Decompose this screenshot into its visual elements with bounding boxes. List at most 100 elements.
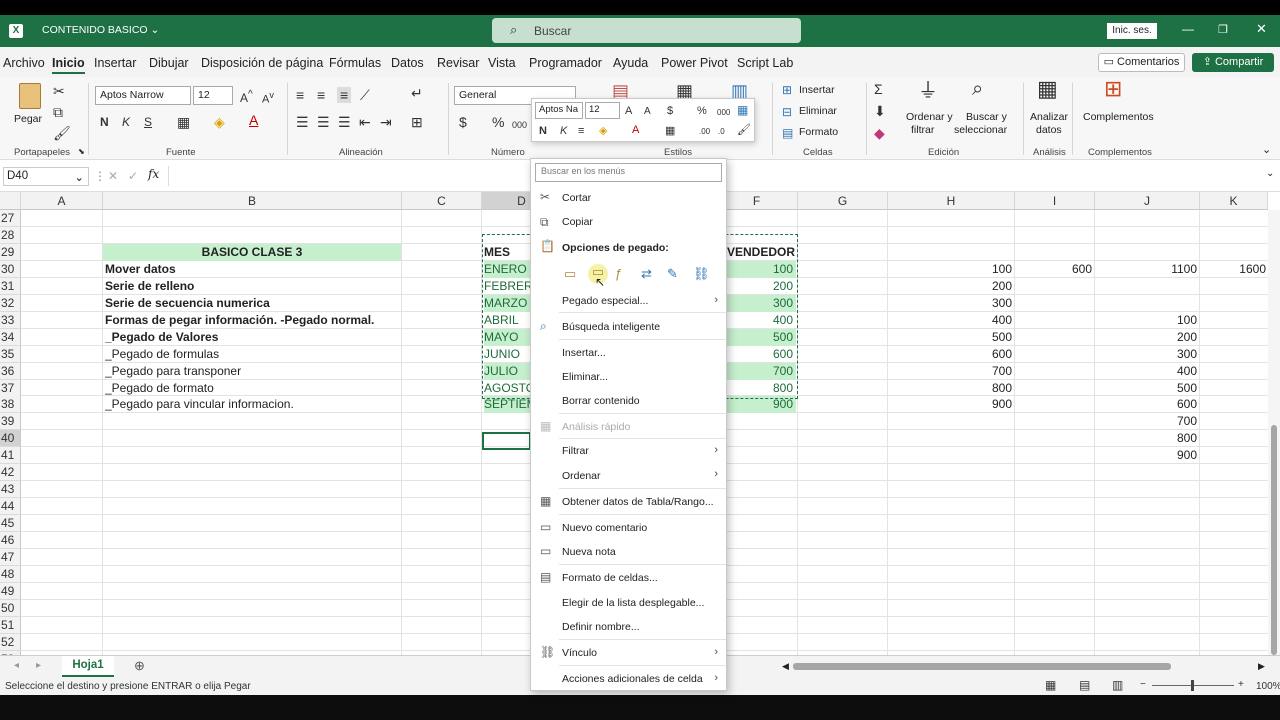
cell-j40[interactable]: 800: [1097, 430, 1198, 447]
mini-size-select[interactable]: 12: [585, 102, 620, 119]
tab-power-pivot[interactable]: Power Pivot: [661, 56, 728, 70]
row-header-47[interactable]: 47: [0, 549, 21, 566]
zoom-level[interactable]: 100%: [1256, 681, 1280, 692]
cell-j36[interactable]: 400: [1097, 363, 1198, 380]
paste-button[interactable]: Pegar: [14, 83, 48, 135]
cell-j33[interactable]: 100: [1097, 312, 1198, 329]
cell-j35[interactable]: 300: [1097, 346, 1198, 363]
find-select-icon[interactable]: ⌕: [972, 79, 983, 99]
tab-ayuda[interactable]: Ayuda: [613, 56, 648, 70]
mini-currency-icon[interactable]: $: [667, 103, 673, 119]
comma-icon[interactable]: 000: [512, 117, 527, 133]
font-color-icon[interactable]: A: [249, 112, 258, 128]
mini-bold-icon[interactable]: N: [539, 123, 547, 139]
font-size-select[interactable]: 12: [193, 86, 233, 105]
tab-archivo[interactable]: Archivo: [3, 56, 45, 70]
cell-b34[interactable]: _Pegado de Valores: [105, 329, 400, 346]
mini-font-color-icon[interactable]: A: [632, 122, 639, 138]
column-header-f[interactable]: F: [716, 192, 798, 210]
cell-h36[interactable]: 700: [888, 363, 1013, 380]
align-center-icon[interactable]: ☰: [317, 114, 330, 130]
menu-delete[interactable]: Eliminar...: [562, 371, 608, 383]
delete-cells-button[interactable]: Eliminar: [799, 105, 837, 117]
mini-percent-icon[interactable]: %: [697, 103, 707, 119]
cell-b30[interactable]: Mover datos: [105, 261, 400, 278]
mini-font-select[interactable]: Aptos Na: [535, 102, 583, 119]
sort-filter-icon[interactable]: ⏚: [918, 81, 938, 101]
grow-font-icon[interactable]: A^: [240, 87, 253, 106]
merge-icon[interactable]: ⊞: [411, 114, 423, 130]
tab-script-lab[interactable]: Script Lab: [737, 56, 793, 70]
menu-new-note[interactable]: Nueva nota: [562, 546, 616, 558]
enter-icon[interactable]: ✓: [128, 169, 138, 183]
analyze-data-icon[interactable]: ▦: [1037, 78, 1058, 100]
row-header-41[interactable]: 41: [0, 447, 21, 465]
autosum-icon[interactable]: Σ: [874, 81, 883, 97]
align-top-icon[interactable]: ≡: [296, 87, 304, 103]
tab-dibujar[interactable]: Dibujar: [149, 56, 189, 70]
menu-smart-lookup[interactable]: Búsqueda inteligente: [562, 321, 660, 333]
mini-shrink-font-icon[interactable]: A: [644, 104, 651, 120]
sort-filter-label1[interactable]: Ordenar y: [906, 111, 953, 123]
expand-formula-icon[interactable]: ⌄: [1266, 168, 1274, 179]
cell-b31[interactable]: Serie de relleno: [105, 278, 400, 295]
cell-h31[interactable]: 200: [888, 278, 1013, 295]
row-header-52[interactable]: 52: [0, 633, 21, 651]
menu-get-data[interactable]: Obtener datos de Tabla/Rango...: [562, 496, 714, 508]
format-cells-icon[interactable]: ▤: [782, 125, 793, 141]
active-cell[interactable]: [482, 432, 531, 450]
tab-revisar[interactable]: Revisar: [437, 56, 479, 70]
mini-italic-icon[interactable]: K: [560, 123, 567, 139]
cell-h35[interactable]: 600: [888, 346, 1013, 363]
cell-j37[interactable]: 500: [1097, 380, 1198, 397]
zoom-out-icon[interactable]: −: [1140, 679, 1146, 690]
cell-h37[interactable]: 800: [888, 380, 1013, 397]
column-header-b[interactable]: B: [103, 192, 402, 210]
function-icon[interactable]: fx: [148, 167, 159, 181]
zoom-in-icon[interactable]: +: [1238, 679, 1244, 690]
zoom-slider[interactable]: [1152, 680, 1234, 691]
mini-comma-icon[interactable]: 000: [717, 105, 730, 121]
cell-h32[interactable]: 300: [888, 295, 1013, 312]
row-header-37[interactable]: 37: [0, 379, 21, 397]
tab-vista[interactable]: Vista: [488, 56, 516, 70]
fill-color-icon[interactable]: ◈: [214, 114, 225, 130]
column-header-a[interactable]: A: [21, 192, 103, 210]
prev-sheet-icon[interactable]: ◂: [14, 660, 19, 671]
sort-filter-label2[interactable]: filtrar: [911, 124, 934, 136]
cell-b36[interactable]: _Pegado para transponer: [105, 363, 400, 380]
insert-cells-button[interactable]: Insertar: [799, 84, 835, 96]
column-header-k[interactable]: K: [1200, 192, 1268, 210]
page-break-icon[interactable]: ▥: [1112, 678, 1123, 692]
format-table-icon[interactable]: ▦: [676, 82, 693, 100]
workbook-title[interactable]: CONTENIDO BASICO ⌄: [42, 24, 159, 36]
sheet-tab-hoja1[interactable]: Hoja1: [62, 656, 114, 677]
menu-new-comment[interactable]: Nuevo comentario: [562, 522, 647, 534]
cell-b29[interactable]: BASICO CLASE 3: [103, 243, 401, 261]
paste-option-formulas-icon[interactable]: ƒ: [615, 266, 622, 281]
row-header-48[interactable]: 48: [0, 565, 21, 583]
underline-icon[interactable]: S: [144, 114, 152, 130]
row-header-40[interactable]: 40: [0, 430, 21, 448]
find-select-label1[interactable]: Buscar y: [966, 111, 1007, 123]
share-button[interactable]: ⇪ Compartir: [1192, 53, 1274, 72]
paste-option-normal-icon[interactable]: ▭: [564, 266, 576, 282]
cell-b33[interactable]: Formas de pegar información. -Pegado nor…: [105, 312, 400, 329]
tab-disposicion[interactable]: Disposición de página: [201, 56, 323, 70]
mini-increase-decimal-icon[interactable]: .00: [699, 124, 710, 140]
cell-i30[interactable]: 600: [1017, 261, 1093, 278]
launcher-icon[interactable]: ⬊: [78, 147, 85, 156]
format-painter-icon[interactable]: 🖌: [53, 125, 71, 141]
row-header-49[interactable]: 49: [0, 582, 21, 600]
insert-cells-icon[interactable]: ⊞: [782, 82, 792, 98]
align-bottom-icon[interactable]: ≡: [337, 87, 352, 103]
cell-styles-icon[interactable]: ▥: [731, 82, 748, 100]
menu-link[interactable]: Vínculo: [562, 647, 597, 659]
row-header-27[interactable]: 27: [0, 210, 21, 227]
row-header-46[interactable]: 46: [0, 532, 21, 550]
shrink-font-icon[interactable]: Av: [262, 87, 274, 108]
find-select-label2[interactable]: seleccionar: [954, 124, 1007, 136]
format-button[interactable]: Formato: [799, 126, 838, 138]
sign-in-button[interactable]: Inic. ses.: [1107, 23, 1157, 39]
restore-icon[interactable]: ❐: [1218, 23, 1228, 36]
